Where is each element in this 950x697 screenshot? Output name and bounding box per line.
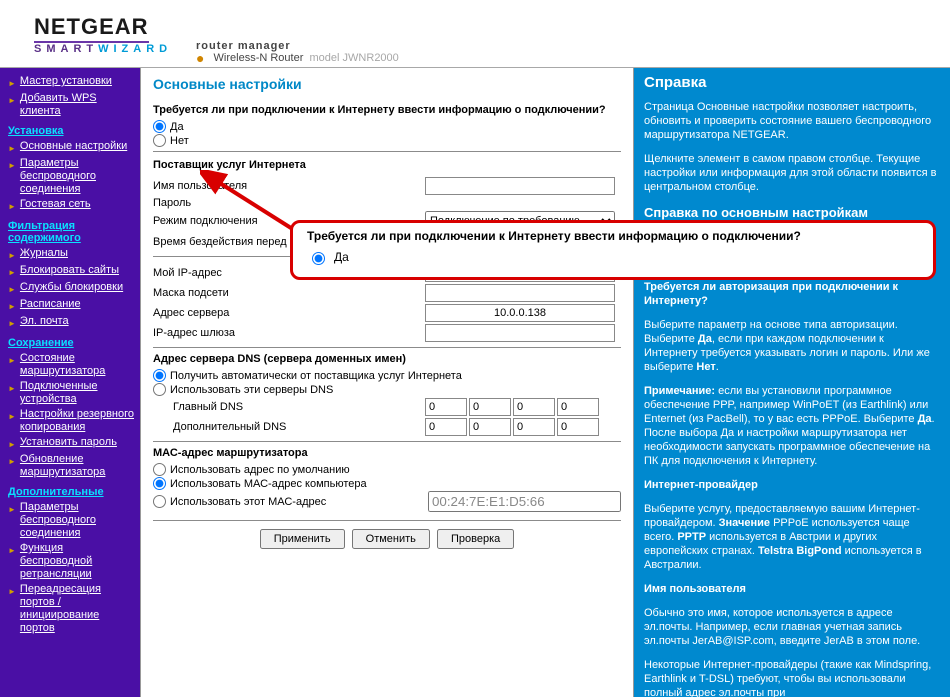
nav-port-forwarding[interactable]: Переадресация портов / инициирование пор… (20, 583, 134, 635)
mac-custom-input[interactable] (428, 491, 621, 512)
help-text: Щелкните элемент в самом правом столбце.… (644, 152, 940, 194)
username-input[interactable] (425, 177, 615, 195)
help-text: Выберите параметр на основе типа авториз… (644, 318, 940, 374)
login-required-question: Требуется ли при подключении к Интернету… (153, 104, 621, 116)
apply-button[interactable]: Применить (260, 529, 345, 549)
help-text: Интернет-провайдер (644, 478, 940, 492)
dns-primary-3[interactable] (513, 398, 555, 416)
help-text: Страница Основные настройки позволяет на… (644, 100, 940, 142)
password-label: Пароль (153, 197, 425, 209)
nav-wireless-repeating[interactable]: Функция беспроводной ретрансляции (20, 542, 134, 581)
nav-block-sites[interactable]: Блокировать сайты (20, 264, 119, 277)
nav-wizard[interactable]: Мастер установки (20, 75, 112, 88)
nav-group-filter: Фильтрация содержимого (8, 220, 134, 244)
dns-manual-radio[interactable] (153, 383, 166, 396)
main-panel: Основные настройки Требуется ли при подк… (140, 68, 634, 697)
dns-primary-1[interactable] (425, 398, 467, 416)
nav-schedule[interactable]: Расписание (20, 298, 81, 311)
mac-default-radio[interactable] (153, 463, 166, 476)
isp-label: Поставщик услуг Интернета (153, 159, 425, 171)
nav-adv-wireless[interactable]: Параметры беспроводного соединения (20, 501, 134, 540)
brand-router-line: router manager ● Wireless-N Router model… (196, 40, 399, 64)
username-label: Имя пользователя (153, 180, 425, 192)
nav-group-save: Сохранение (8, 337, 134, 349)
login-no-radio[interactable] (153, 134, 166, 147)
nav-router-status[interactable]: Состояние маршрутизатора (20, 352, 134, 378)
nav-backup[interactable]: Настройки резервного копирования (20, 408, 134, 434)
dns-primary-2[interactable] (469, 398, 511, 416)
dns-primary-label: Главный DNS (173, 401, 425, 413)
help-panel: Справка Страница Основные настройки позв… (634, 68, 950, 697)
login-yes-radio[interactable] (153, 120, 166, 133)
nav-group-setup: Установка (8, 125, 134, 137)
brand-subtitle: SMARTWIZARD (34, 43, 950, 55)
subnet-label: Маска подсети (153, 287, 425, 299)
server-addr-input[interactable] (425, 304, 615, 322)
help-text: Выберите услугу, предоставляемую вашим И… (644, 502, 940, 572)
gateway-input[interactable] (425, 324, 615, 342)
nav-block-services[interactable]: Службы блокировки (20, 281, 123, 294)
dns-secondary-4[interactable] (557, 418, 599, 436)
dns-title: Адрес сервера DNS (сервера доменных имен… (153, 353, 621, 365)
dns-auto-radio[interactable] (153, 369, 166, 382)
help-subtitle: Справка по основным настройкам (644, 206, 940, 220)
dns-secondary-1[interactable] (425, 418, 467, 436)
dns-secondary-2[interactable] (469, 418, 511, 436)
mac-pc-radio[interactable] (153, 477, 166, 490)
bullet-icon: ● (196, 50, 204, 66)
help-text: Требуется ли авторизация при подключении… (644, 280, 940, 308)
callout-yes-radio (312, 252, 325, 265)
help-text: Обычно это имя, которое используется в а… (644, 606, 940, 648)
server-addr-label: Адрес сервера (153, 307, 425, 319)
callout-question: Требуется ли при подключении к Интернету… (307, 229, 919, 243)
nav-guest-network[interactable]: Гостевая сеть (20, 198, 91, 211)
nav-router-upgrade[interactable]: Обновление маршрутизатора (20, 453, 134, 479)
annotation-callout: Требуется ли при подключении к Интернету… (290, 220, 936, 280)
dns-secondary-3[interactable] (513, 418, 555, 436)
dns-primary-4[interactable] (557, 398, 599, 416)
nav-basic-settings[interactable]: Основные настройки (20, 140, 127, 153)
nav-logs[interactable]: Журналы (20, 247, 68, 260)
subnet-input[interactable] (425, 284, 615, 302)
nav-wireless-settings[interactable]: Параметры беспроводного соединения (20, 157, 134, 196)
test-button[interactable]: Проверка (437, 529, 514, 549)
nav-group-advanced: Дополнительные (8, 486, 134, 498)
mac-title: МАС-адрес маршрутизатора (153, 447, 621, 459)
gateway-label: IP-адрес шлюза (153, 327, 425, 339)
nav-attached-devices[interactable]: Подключенные устройства (20, 380, 134, 406)
help-text: Примечание: если вы установили программн… (644, 384, 940, 468)
sidebar: Мастер установки Добавить WPS клиента Ус… (0, 68, 140, 697)
help-text: Некоторые Интернет-провайдеры (такие как… (644, 658, 940, 697)
help-text: Имя пользователя (644, 582, 940, 596)
cancel-button[interactable]: Отменить (352, 529, 430, 549)
nav-email[interactable]: Эл. почта (20, 315, 69, 328)
header: NETGEAR SMARTWIZARD router manager ● Wir… (0, 0, 950, 68)
dns-secondary-label: Дополнительный DNS (173, 421, 425, 433)
brand-logo: NETGEAR (34, 14, 149, 43)
nav-set-password[interactable]: Установить пароль (20, 436, 117, 449)
mac-custom-radio[interactable] (153, 495, 166, 508)
help-title: Справка (644, 76, 940, 90)
page-title: Основные настройки (153, 76, 621, 92)
nav-add-wps[interactable]: Добавить WPS клиента (20, 92, 134, 118)
